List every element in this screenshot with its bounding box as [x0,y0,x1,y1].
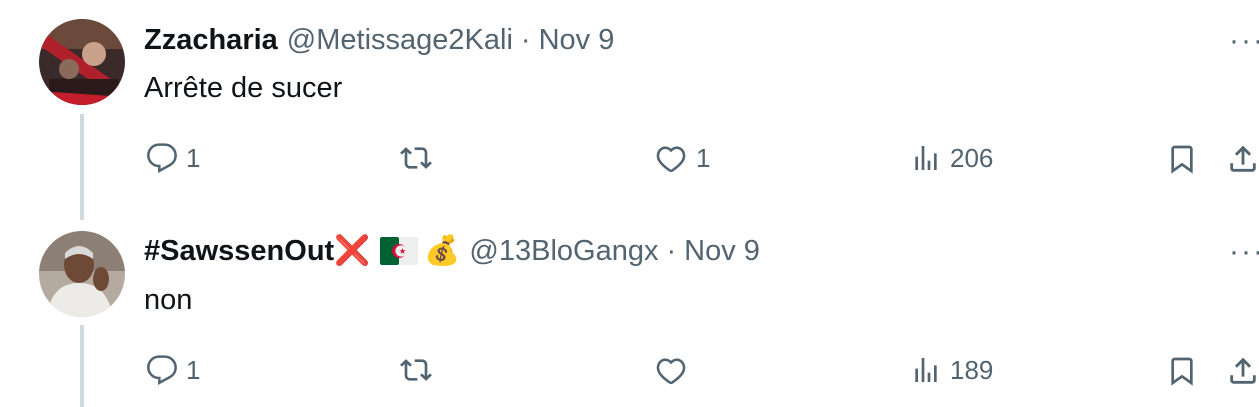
tweet-date[interactable]: Nov 9 [539,23,615,57]
share-icon [1230,145,1256,172]
tweet-header: Zzacharia @Metissage2Kali · Nov 9 [144,23,614,57]
heart-icon [656,146,686,173]
avatar[interactable] [39,19,125,105]
like-count: 1 [696,142,711,173]
bookmark-icon [1171,145,1193,174]
thread-line [80,114,84,220]
more-options-icon[interactable]: ··· [1229,235,1259,269]
share-button[interactable] [1226,354,1259,388]
views-count: 189 [950,354,994,385]
user-handle[interactable]: @Metissage2Kali [287,23,513,57]
bar-chart-icon [915,358,937,382]
separator-dot: · [520,24,531,56]
reply-button[interactable]: 1 [146,354,200,386]
views-count: 206 [950,142,994,173]
bookmark-button[interactable] [1166,142,1198,176]
retweet-button[interactable] [398,354,442,386]
views-button[interactable]: 189 [910,354,993,386]
like-button[interactable]: 1 [654,142,710,174]
bookmark-icon [1171,357,1193,386]
tweet-text: non [144,284,193,316]
separator-dot: · [666,235,677,267]
retweet-icon [400,359,432,381]
tweet-text: Arrête de sucer [144,72,343,104]
reply-count: 1 [186,354,201,385]
share-button[interactable] [1226,142,1259,176]
cross-mark-emoji: ❌ [334,235,371,267]
algeria-flag-icon [380,237,419,265]
thread-line [80,325,84,407]
bookmark-button[interactable] [1166,354,1198,388]
reply-icon [147,143,177,173]
views-button[interactable]: 206 [910,142,993,174]
like-button[interactable] [654,354,696,386]
more-options-icon[interactable]: ··· [1229,24,1259,58]
avatar[interactable] [39,231,125,317]
tweet-date[interactable]: Nov 9 [684,234,760,268]
heart-icon [656,358,686,385]
reply-icon [147,355,177,385]
user-handle[interactable]: @13BloGangx [469,234,658,268]
tweet-header: #SawssenOut❌ 💰 @13BloGangx · Nov 9 [144,234,760,268]
retweet-icon [400,147,432,169]
bar-chart-icon [915,146,937,170]
share-icon [1230,357,1256,384]
money-bag-emoji: 💰 [424,235,461,267]
display-name[interactable]: Zzacharia [144,23,278,57]
display-name[interactable]: #SawssenOut❌ [144,234,370,268]
retweet-button[interactable] [398,142,442,174]
reply-count: 1 [186,142,201,173]
reply-button[interactable]: 1 [146,142,200,174]
